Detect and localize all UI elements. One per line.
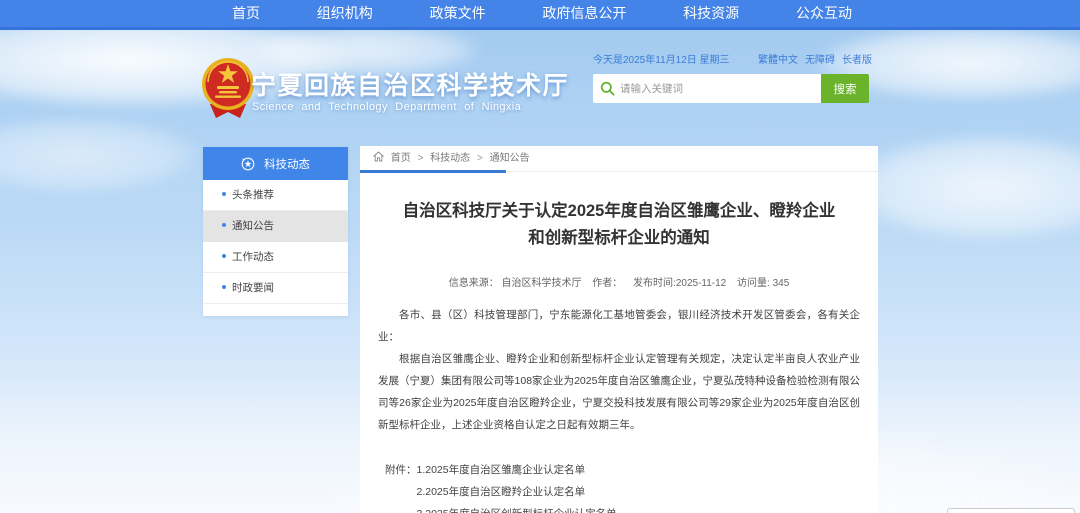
sidebar-item-current-politics[interactable]: 时政要闻 — [203, 273, 348, 304]
page: 首页 组织机构 政策文件 政府信息公开 科技资源 公众互动 宁夏回族自治区科学技… — [0, 0, 1080, 513]
breadcrumb-accent-bar — [360, 170, 506, 173]
nav-item-organization[interactable]: 组织机构 — [317, 0, 373, 27]
attachment-link-3[interactable]: 3.2025年度自治区创新型标杆企业认定名单 — [417, 503, 617, 513]
meta-views: 访问量: 345 — [737, 278, 789, 289]
link-accessibility[interactable]: 无障碍 — [805, 51, 835, 66]
bullet-dot — [222, 285, 226, 289]
article-title: 自治区科技厅关于认定2025年度自治区雏鹰企业、瞪羚企业 和创新型标杆企业的通知 — [378, 198, 860, 252]
sidebar-item-headline-recommend[interactable]: 头条推荐 — [203, 180, 348, 211]
search-input-wrap — [593, 74, 821, 103]
search-input[interactable] — [593, 74, 821, 103]
national-emblem-icon[interactable] — [200, 56, 256, 122]
meta-author: 作者： — [592, 278, 622, 289]
article-paragraph: 根据自治区雏鹰企业、瞪羚企业和创新型标杆企业认定管理有关规定，决定认定半亩良人农… — [378, 348, 860, 436]
nav-item-gov-info-disclosure[interactable]: 政府信息公开 — [542, 0, 626, 27]
top-nav-items: 首页 组织机构 政策文件 政府信息公开 科技资源 公众互动 — [232, 0, 852, 27]
site-title[interactable]: 宁夏回族自治区科学技术厅 — [251, 66, 569, 102]
breadcrumb-tech-dynamics[interactable]: 科技动态 — [430, 153, 470, 164]
quick-links: 繁體中文 无障碍 长者版 — [758, 51, 872, 66]
nav-item-tech-resources[interactable]: 科技资源 — [683, 0, 739, 27]
header-meta-row: 今天是2025年11月12日 星期三 繁體中文 无障碍 长者版 — [593, 51, 872, 66]
cloud — [0, 118, 200, 193]
sidebar-item-label: 通知公告 — [232, 220, 274, 232]
attachment-link-2[interactable]: 2.2025年度自治区瞪羚企业认定名单 — [417, 481, 617, 503]
attachments-label: 附件： — [385, 459, 417, 513]
article-meta: 信息来源： 自治区科学技术厅 作者： 发布时间:2025-11-12 访问量: … — [360, 274, 878, 289]
breadcrumb-separator: > — [477, 153, 483, 164]
article-title-line2: 和创新型标杆企业的通知 — [378, 225, 860, 252]
today-date-text: 今天是2025年11月12日 星期三 — [593, 51, 730, 66]
search-bar: 搜索 — [593, 74, 869, 103]
sidebar: 科技动态 头条推荐 通知公告 工作动态 时政要闻 — [203, 147, 348, 316]
nav-item-policy-documents[interactable]: 政策文件 — [430, 0, 486, 27]
sidebar-header: 科技动态 — [203, 147, 348, 180]
site-subtitle: Science and Technology Department of Nin… — [252, 101, 540, 113]
breadcrumb-notices[interactable]: 通知公告 — [490, 153, 530, 164]
main-content: 首页 > 科技动态 > 通知公告 自治区科技厅关于认定2025年度自治区雏鹰企业… — [360, 146, 878, 513]
nav-item-home[interactable]: 首页 — [232, 0, 260, 27]
sidebar-item-label: 头条推荐 — [232, 189, 274, 201]
sidebar-item-work-dynamics[interactable]: 工作动态 — [203, 242, 348, 273]
breadcrumb: 首页 > 科技动态 > 通知公告 — [360, 146, 878, 172]
bullet-dot — [222, 192, 226, 196]
bullet-dot — [222, 254, 226, 258]
sidebar-item-notices[interactable]: 通知公告 — [203, 211, 348, 242]
link-elderly-version[interactable]: 长者版 — [842, 51, 872, 66]
star-circle-icon — [241, 157, 255, 171]
sidebar-header-label: 科技动态 — [264, 156, 310, 172]
attachment-items: 1.2025年度自治区雏鹰企业认定名单 2.2025年度自治区瞪羚企业认定名单 … — [417, 459, 617, 513]
cloud — [845, 135, 1080, 240]
search-button[interactable]: 搜索 — [821, 74, 869, 103]
breadcrumb-home[interactable]: 首页 — [391, 153, 411, 164]
search-icon — [600, 81, 615, 96]
meta-publish-time: 发布时间:2025-11-12 — [633, 278, 726, 289]
home-icon — [373, 151, 384, 162]
attachment-link-1[interactable]: 1.2025年度自治区雏鹰企业认定名单 — [417, 459, 617, 481]
article-body: 各市、县（区）科技管理部门，宁东能源化工基地管委会，银川经济技术开发区管委会，各… — [378, 304, 860, 436]
breadcrumb-separator: > — [418, 153, 424, 164]
sidebar-item-label: 时政要闻 — [232, 282, 274, 294]
sidebar-item-label: 工作动态 — [232, 251, 274, 263]
bottom-right-widget — [947, 508, 1075, 513]
attachments-block: 附件： 1.2025年度自治区雏鹰企业认定名单 2.2025年度自治区瞪羚企业认… — [385, 459, 878, 513]
article-paragraph: 各市、县（区）科技管理部门，宁东能源化工基地管委会，银川经济技术开发区管委会，各… — [378, 304, 860, 348]
article-title-line1: 自治区科技厅关于认定2025年度自治区雏鹰企业、瞪羚企业 — [378, 198, 860, 225]
meta-source: 信息来源： 自治区科学技术厅 — [449, 278, 582, 289]
bullet-dot — [222, 223, 226, 227]
top-nav-bar: 首页 组织机构 政策文件 政府信息公开 科技资源 公众互动 — [0, 0, 1080, 30]
nav-item-public-interaction[interactable]: 公众互动 — [796, 0, 852, 27]
link-traditional-chinese[interactable]: 繁體中文 — [758, 51, 798, 66]
